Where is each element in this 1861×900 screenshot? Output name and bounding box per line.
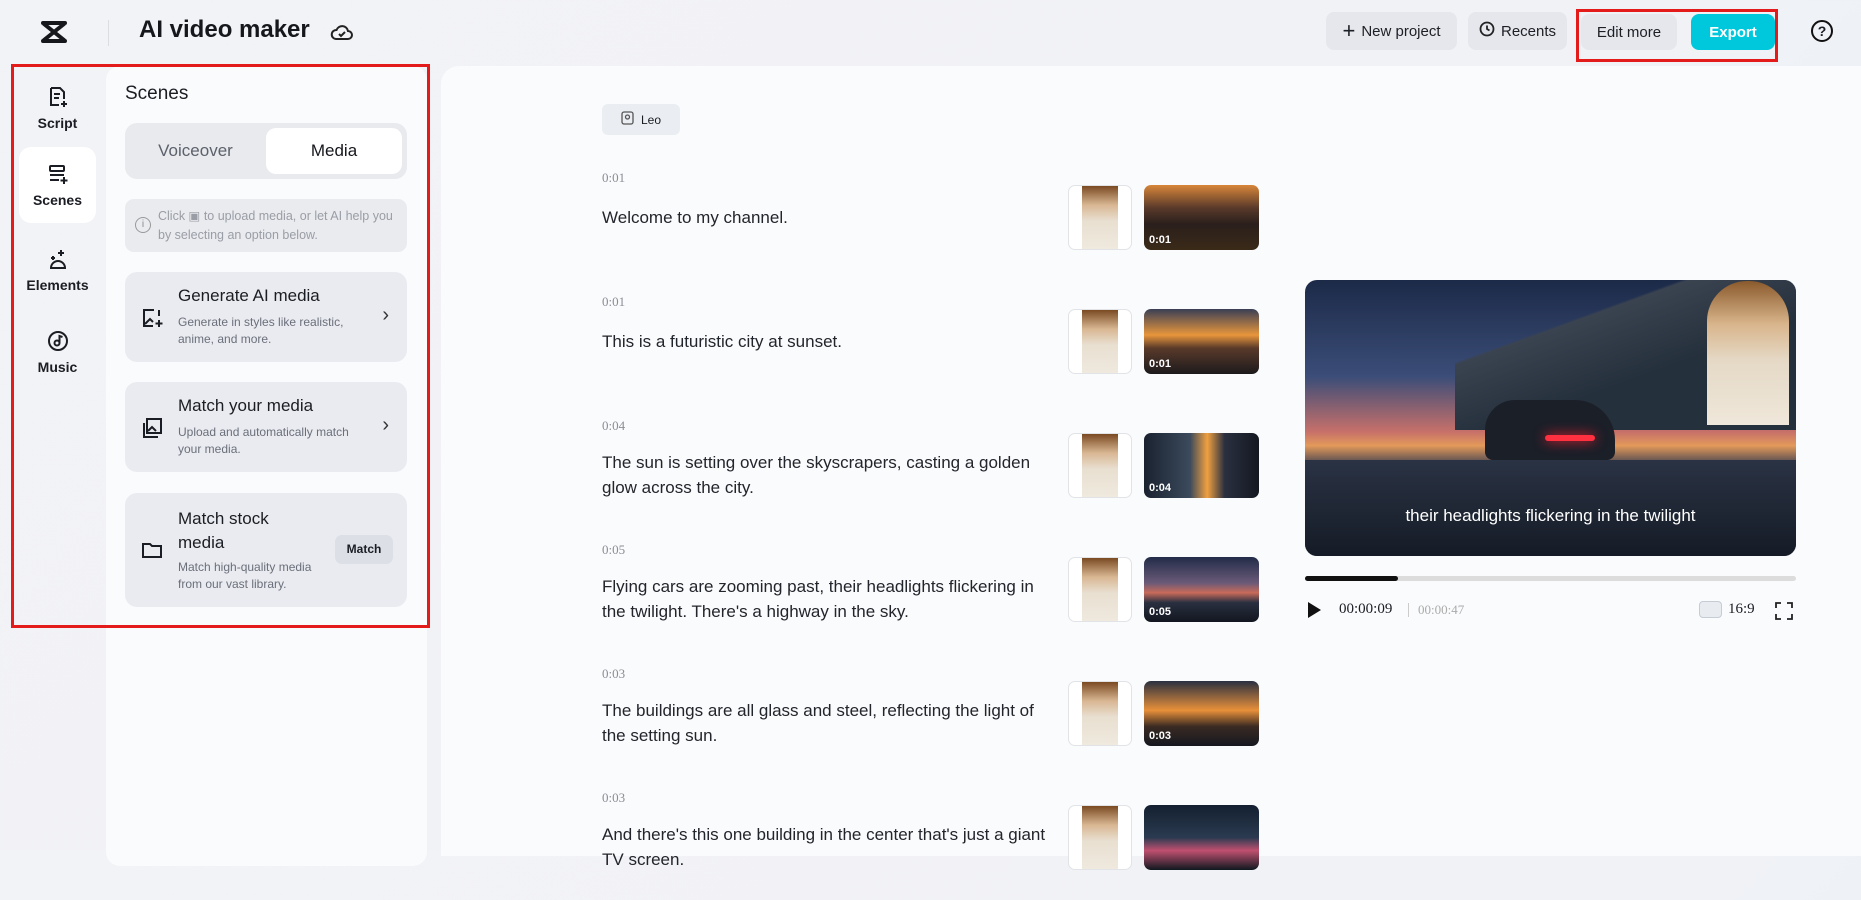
avatar-thumbnail[interactable]	[1068, 557, 1132, 622]
scene-row[interactable]: 0:05 Flying cars are zooming past, their…	[602, 542, 1262, 652]
media-thumbnail[interactable]: 0:04	[1144, 433, 1259, 498]
avatar-thumbnail[interactable]	[1068, 681, 1132, 746]
total-time: 00:00:47	[1418, 602, 1465, 617]
app-title: AI video maker	[139, 16, 310, 43]
scene-row[interactable]: 0:04 The sun is setting over the skyscra…	[602, 418, 1262, 528]
recents-button[interactable]: Recents	[1468, 12, 1567, 50]
scene-text[interactable]: Welcome to my channel.	[602, 205, 1052, 230]
media-thumbnail[interactable]: 0:05	[1144, 557, 1259, 622]
history-icon	[1479, 21, 1495, 41]
play-icon[interactable]	[1308, 602, 1321, 618]
header-divider	[108, 20, 109, 46]
car-light	[1545, 435, 1595, 441]
new-project-button[interactable]: + New project	[1326, 12, 1457, 50]
avatar-add-icon	[621, 110, 635, 129]
clip-duration: 0:05	[1149, 606, 1172, 618]
media-thumbnail[interactable]: 0:01	[1144, 185, 1259, 250]
media-thumbnail[interactable]: 0:01	[1144, 309, 1259, 374]
scene-row[interactable]: 0:01 This is a futuristic city at sunset…	[602, 294, 1262, 404]
scene-row[interactable]: 0:03 The buildings are all glass and ste…	[602, 666, 1262, 776]
plus-icon: +	[1342, 18, 1356, 43]
scene-timestamp: 0:03	[602, 790, 626, 805]
help-icon[interactable]: ?	[1811, 20, 1833, 42]
current-time: 00:00:09	[1339, 601, 1393, 617]
clip-duration: 0:04	[1149, 482, 1172, 494]
scene-timestamp: 0:05	[602, 542, 626, 557]
scene-text[interactable]: The sun is setting over the skyscrapers,…	[602, 450, 1052, 500]
edit-more-button[interactable]: Edit more	[1581, 14, 1677, 50]
scene-timestamp: 0:04	[602, 418, 626, 433]
fullscreen-icon[interactable]	[1775, 602, 1793, 625]
scene-timestamp: 0:01	[602, 170, 626, 185]
progress-track[interactable]	[1305, 576, 1796, 581]
avatar-thumbnail[interactable]	[1068, 805, 1132, 870]
time-separator	[1408, 603, 1409, 617]
export-button[interactable]: Export	[1691, 14, 1775, 50]
progress-fill	[1305, 576, 1399, 581]
avatar-thumbnail[interactable]	[1068, 433, 1132, 498]
logo-icon	[40, 20, 68, 49]
scene-row[interactable]: 0:01 Welcome to my channel. 0:01	[602, 170, 1262, 280]
caption-text: their headlights flickering in the twili…	[1405, 506, 1696, 525]
highlight-box-panel	[11, 64, 430, 628]
clip-duration: 0:01	[1149, 358, 1172, 370]
scene-text[interactable]: And there's this one building in the cen…	[602, 822, 1052, 872]
aspect-ratio-button[interactable]: 16:9	[1699, 601, 1755, 618]
clip-duration: 0:01	[1149, 234, 1172, 246]
avatar-chip[interactable]: Leo	[602, 104, 680, 135]
cloud-saved-icon[interactable]	[330, 21, 354, 48]
scene-timestamp: 0:01	[602, 294, 626, 309]
scene-row[interactable]: 0:03 And there's this one building in th…	[602, 790, 1262, 900]
aspect-ratio-icon	[1699, 601, 1722, 618]
car-shape	[1485, 400, 1615, 460]
scene-text[interactable]: This is a futuristic city at sunset.	[602, 329, 1052, 354]
clip-duration: 0:03	[1149, 730, 1172, 742]
scene-timestamp: 0:03	[602, 666, 626, 681]
media-thumbnail[interactable]	[1144, 805, 1259, 870]
scene-text[interactable]: Flying cars are zooming past, their head…	[602, 574, 1052, 624]
avatar-overlay	[1707, 281, 1789, 425]
video-preview[interactable]: their headlights flickering in the twili…	[1305, 280, 1796, 556]
scene-text[interactable]: The buildings are all glass and steel, r…	[602, 698, 1052, 748]
media-thumbnail[interactable]: 0:03	[1144, 681, 1259, 746]
avatar-thumbnail[interactable]	[1068, 309, 1132, 374]
avatar-thumbnail[interactable]	[1068, 185, 1132, 250]
